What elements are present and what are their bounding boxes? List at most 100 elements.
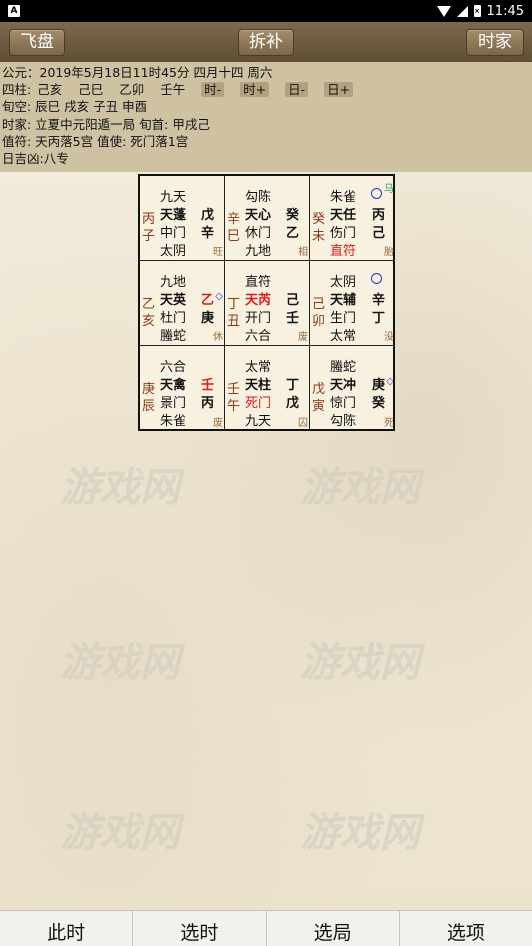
nine-palace-grid: 丙子九天 天蓬戊中门辛太阴旺辛巳勾陈 天心癸休门乙九地相癸未朱雀 天任丙伤门己直符胎马… xyxy=(138,174,395,431)
lower-god-label: 太阴 xyxy=(160,244,187,259)
god-label: 太阴 xyxy=(330,275,357,290)
diamond-icon: ◇ xyxy=(386,376,394,387)
dipan-zhi: 未 xyxy=(312,229,326,244)
god-label: 勾陈 xyxy=(245,190,272,205)
dipan-zhi: 丑 xyxy=(227,314,241,329)
lower-god-label: 九地 xyxy=(245,244,272,259)
xunkong: 旬空: 辰巳 戌亥 子丑 申酉 xyxy=(2,99,148,115)
door-label: 伤门 xyxy=(330,226,357,241)
now-button[interactable]: 此时 xyxy=(0,911,134,946)
dipan-gan-right: 乙 xyxy=(285,226,299,241)
state-label: 废 xyxy=(213,418,223,429)
lower-god-label: 太常 xyxy=(330,329,357,344)
star-label: 天蓬 xyxy=(160,208,187,223)
state-label: 废 xyxy=(298,332,308,343)
state-label: 囚 xyxy=(298,418,308,429)
lower-god-label: 九天 xyxy=(245,414,272,429)
wifi-icon xyxy=(436,5,451,17)
day-minus-button[interactable]: 日- xyxy=(285,82,309,98)
palace-cell[interactable]: 丙子九天 天蓬戊中门辛太阴旺 xyxy=(140,176,225,261)
state-label: 相 xyxy=(298,247,308,258)
palace-cell[interactable]: 壬午太常 天柱丁死门戊九天囚 xyxy=(225,346,310,431)
signal-icon xyxy=(456,5,468,17)
palace-cell[interactable]: 戊寅螣蛇 天冲庚惊门癸勾陈死 ◇ xyxy=(310,346,395,431)
door-label: 开门 xyxy=(245,311,272,326)
star-label: 天冲 xyxy=(330,378,357,393)
info-panel: 公元：2019年5月18日11时45分 四月十四 周六 四柱: 己亥 己巳 乙卯… xyxy=(0,62,532,172)
pick-time-button[interactable]: 选时 xyxy=(133,911,267,946)
diamond-icon: ◇ xyxy=(215,291,223,302)
day-plus-button[interactable]: 日+ xyxy=(324,82,354,98)
tianpan-gan: 戊 xyxy=(200,208,214,223)
time-home-button[interactable]: 时家 xyxy=(466,29,524,56)
pillar-year: 己亥 xyxy=(37,82,63,98)
palace-cell[interactable]: 乙亥九地 天英乙杜门庚螣蛇休 ◇ xyxy=(140,261,225,346)
tianpan-gan: 辛 xyxy=(371,293,385,308)
star-label: 天任 xyxy=(330,208,357,223)
star-label: 天辅 xyxy=(330,293,357,308)
palace-cell[interactable]: 辛巳勾陈 天心癸休门乙九地相 xyxy=(225,176,310,261)
tianpan-gan: 癸 xyxy=(285,208,299,223)
shijia: 时家: 立夏中元阳遁一局 旬首: 甲戌己 xyxy=(2,116,210,132)
tianpan-gan: 壬 xyxy=(200,378,214,393)
tianpan-gan: 丙 xyxy=(371,208,385,223)
split-fill-button[interactable]: 拆补 xyxy=(238,29,294,56)
dipan-zhi: 辰 xyxy=(142,399,156,414)
dipan-zhi: 亥 xyxy=(142,314,156,329)
dipan-gan-right: 己 xyxy=(371,226,385,241)
palace-cell[interactable]: 己卯太阴 天辅辛生门丁太常没 xyxy=(310,261,395,346)
hour-minus-button[interactable]: 时- xyxy=(201,82,225,98)
watermark: 游戏网 xyxy=(60,810,180,856)
dipan-gan-right: 癸 xyxy=(371,396,385,411)
state-label: 死 xyxy=(384,418,394,429)
state-label: 胎 xyxy=(384,247,394,258)
palace-cell[interactable]: 丁丑直符 天芮己开门壬六合废 xyxy=(225,261,310,346)
notification-icon: A xyxy=(8,5,20,17)
god-label: 太常 xyxy=(245,360,272,375)
pillars-label: 四柱: xyxy=(2,82,32,98)
zhifu-zhishi: 值符: 天丙落5宫 值使: 死门落1宫 xyxy=(2,133,189,149)
four-pillars: 四柱: 己亥 己巳 乙卯 壬午 时- 时+ 日- 日+ xyxy=(2,81,530,98)
star-label: 天英 xyxy=(160,293,187,308)
door-label: 景门 xyxy=(160,396,187,411)
dipan-zhi: 子 xyxy=(142,229,156,244)
lower-god-label: 朱雀 xyxy=(160,414,187,429)
star-label: 天芮 xyxy=(245,293,272,308)
options-button[interactable]: 选项 xyxy=(400,911,532,946)
star-label: 天心 xyxy=(245,208,272,223)
watermark: 游戏网 xyxy=(300,810,420,856)
gregorian-date: 公元：2019年5月18日11时45分 四月十四 周六 xyxy=(2,65,273,80)
pillar-hour: 壬午 xyxy=(160,82,186,98)
watermark: 游戏网 xyxy=(60,465,180,511)
lower-god-label: 六合 xyxy=(245,329,272,344)
door-label: 休门 xyxy=(245,226,272,241)
lower-god-label: 勾陈 xyxy=(330,414,357,429)
watermark: 游戏网 xyxy=(300,465,420,511)
god-label: 九地 xyxy=(160,275,187,290)
dipan-gan-right: 丙 xyxy=(200,396,214,411)
dipan-zhi: 巳 xyxy=(227,229,241,244)
watermark: 游戏网 xyxy=(60,640,180,686)
toolbar: 飞盘 拆补 时家 xyxy=(0,22,532,62)
watermark: 游戏网 xyxy=(300,640,420,686)
fly-plate-button[interactable]: 飞盘 xyxy=(9,29,65,56)
pillar-day: 乙卯 xyxy=(119,82,145,98)
door-label: 惊门 xyxy=(330,396,357,411)
tianpan-gan: 丁 xyxy=(285,378,299,393)
bottom-bar: 此时 选时 选局 选项 xyxy=(0,910,532,946)
dipan-gan-right: 戊 xyxy=(285,396,299,411)
dipan-gan-right: 庚 xyxy=(200,311,214,326)
pick-ju-button[interactable]: 选局 xyxy=(267,911,400,946)
horse-icon: 马 xyxy=(384,184,394,195)
god-label: 九天 xyxy=(160,190,187,205)
palace-cell[interactable]: 庚辰六合 天禽壬景门丙朱雀废 xyxy=(140,346,225,431)
dipan-gan-right: 壬 xyxy=(285,311,299,326)
status-time: 11:45 xyxy=(486,3,524,19)
hour-plus-button[interactable]: 时+ xyxy=(240,82,270,98)
circle-icon xyxy=(371,273,382,284)
state-label: 旺 xyxy=(213,247,223,258)
palace-cell[interactable]: 癸未朱雀 天任丙伤门己直符胎马 xyxy=(310,176,395,261)
pillar-month: 己巳 xyxy=(78,82,104,98)
dipan-zhi: 寅 xyxy=(312,399,326,414)
door-label: 中门 xyxy=(160,226,187,241)
